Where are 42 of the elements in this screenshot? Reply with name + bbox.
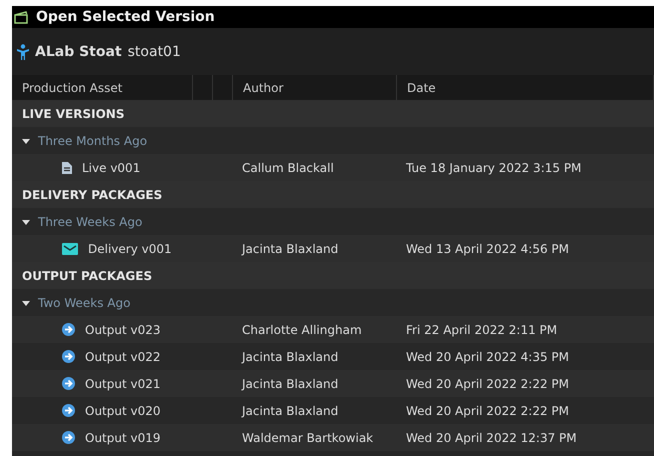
author-cell-text: Jacinta Blaxland — [240, 350, 340, 364]
group-label[interactable]: Two Weeks Ago — [38, 296, 130, 310]
envelope-icon — [62, 242, 78, 254]
asset-code: stoat01 — [128, 44, 181, 60]
asset-name: ALab Stoat — [35, 44, 122, 60]
section-header: OUTPUT PACKAGES — [12, 262, 654, 289]
date-cell-text: Wed 20 April 2022 2:22 PM — [405, 376, 570, 390]
author-cell-text: Jacinta Blaxland — [240, 242, 340, 256]
date-cell-text: Wed 20 April 2022 12:37 PM — [405, 430, 578, 444]
group-label[interactable]: Three Weeks Ago — [38, 214, 142, 228]
version-name[interactable]: Output v023 — [85, 322, 161, 336]
collapse-triangle-icon[interactable] — [22, 136, 30, 144]
arrow-right-icon — [62, 377, 75, 390]
arrow-right-icon — [62, 323, 75, 336]
author-cell-text: Jacinta Blaxland — [240, 376, 340, 390]
document-icon — [62, 162, 72, 174]
date-cell-text: Tue 18 January 2022 3:15 PM — [405, 160, 582, 174]
arrow-right-icon — [62, 431, 75, 444]
collapse-triangle-icon[interactable] — [22, 218, 30, 226]
arrow-right-icon — [62, 404, 75, 417]
group-label[interactable]: Three Months Ago — [38, 134, 148, 148]
author-cell-text: Callum Blackall — [241, 160, 335, 174]
window-title: Open Selected Version — [36, 9, 215, 25]
date-cell-text: Wed 20 April 2022 2:22 PM — [405, 404, 570, 418]
date-cell-text: Wed 20 April 2022 4:35 PM — [405, 350, 570, 364]
section-header: LIVE VERSIONS — [12, 100, 654, 127]
arrow-right-icon — [62, 350, 75, 363]
date-cell-text: Wed 13 April 2022 4:56 PM — [405, 242, 570, 256]
author-cell-text: Waldemar Bartkowiak — [241, 430, 374, 444]
date-cell-text: Fri 22 April 2022 2:11 PM — [405, 322, 558, 336]
author-cell-text: Jacinta Blaxland — [240, 404, 340, 418]
version-name[interactable]: Output v020 — [85, 404, 161, 418]
version-name[interactable]: Delivery v001 — [88, 242, 172, 256]
version-name[interactable]: Output v019 — [85, 430, 161, 444]
version-name[interactable]: Output v022 — [85, 350, 161, 364]
author-cell-text: Charlotte Allingham — [241, 322, 363, 336]
section-header: DELIVERY PACKAGES — [12, 181, 654, 208]
clapperboard-icon — [14, 10, 28, 24]
person-icon — [17, 44, 29, 60]
collapse-triangle-icon[interactable] — [22, 298, 30, 306]
version-name[interactable]: Live v001 — [82, 160, 140, 174]
version-name[interactable]: Output v021 — [85, 376, 161, 390]
